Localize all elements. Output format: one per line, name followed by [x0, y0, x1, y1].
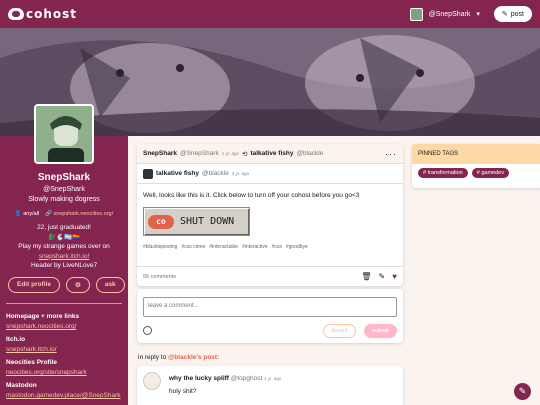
- post-tags: #blacklepesting #css crime #interactable…: [143, 244, 397, 250]
- link-heading: Itch.io: [6, 336, 26, 343]
- profile-links: Homepage + more links snepshark.neocitie…: [6, 313, 124, 399]
- link-heading: Homepage + more links: [6, 313, 80, 320]
- comment-composer: leave a comment... discard submit: [137, 289, 403, 343]
- post-button-label: post: [510, 10, 524, 18]
- profile-tagline: Slowly making dogress: [28, 196, 100, 203]
- reply-comment: why the lucky spliff @topghost 1 yr. ago…: [137, 366, 403, 405]
- tag[interactable]: #interactable: [209, 244, 238, 250]
- link-icon: 🔗: [45, 211, 54, 217]
- person-icon: 👤: [14, 211, 24, 217]
- post-author[interactable]: SnepShark: [143, 150, 177, 157]
- pinned-tags-title: PINNED TAGS: [412, 144, 540, 164]
- more-options-icon[interactable]: ···: [385, 149, 397, 159]
- edit-icon[interactable]: ✎: [379, 272, 386, 281]
- reply-avatar[interactable]: [143, 372, 161, 390]
- reply-text: holy shit?: [169, 388, 197, 395]
- profile-avatar: [34, 104, 94, 164]
- post-body: Well, looks like this is it. Click below…: [137, 184, 403, 250]
- pinned-tag[interactable]: # gamedev: [471, 168, 509, 178]
- link-heading: Mastodon: [6, 382, 37, 389]
- pinned-tags-panel: PINNED TAGS # transformation # gamedev: [412, 144, 540, 188]
- ask-button[interactable]: ask: [95, 277, 125, 293]
- reply-handle[interactable]: @topghost: [231, 375, 263, 382]
- profile-bio: 22, just graduated! 🐉🐇🏳️‍⚧️🏳️‍🌈 Play my …: [0, 223, 128, 271]
- tag[interactable]: #goodbye: [286, 244, 308, 250]
- tag[interactable]: #blacklepesting: [143, 244, 177, 250]
- post-card: SnepShark @SnepShark 1 yr. ago ⟲ talkati…: [137, 144, 403, 286]
- tag[interactable]: #interactive: [242, 244, 268, 250]
- profile-info: SnepShark @SnepShark Slowly making dogre…: [0, 172, 128, 271]
- bio-line: Header by LiveNLove7: [30, 262, 98, 269]
- cohost-logo-icon: co: [148, 214, 174, 229]
- tag[interactable]: #css crime: [181, 244, 205, 250]
- in-reply-prefix: in reply to: [138, 354, 167, 361]
- trash-icon[interactable]: 🗑: [361, 272, 371, 281]
- display-name: SnepShark: [37, 172, 91, 183]
- pinned-tag[interactable]: # transformation: [418, 168, 468, 178]
- current-user[interactable]: @SnepShark: [429, 11, 471, 18]
- shared-name[interactable]: talkative fishy: [156, 170, 199, 177]
- in-reply-target[interactable]: @blackle's post:: [168, 354, 219, 361]
- eggbug-icon: [8, 8, 24, 20]
- post-time[interactable]: 1 yr. ago: [222, 151, 239, 156]
- chevron-down-icon[interactable]: ▾: [476, 10, 480, 18]
- app-name: cohost: [26, 7, 78, 21]
- reply-time[interactable]: 1 yr. ago: [264, 376, 281, 381]
- shared-avatar[interactable]: [143, 168, 153, 179]
- emoji-icon[interactable]: [143, 326, 152, 335]
- shared-author[interactable]: talkative fishy: [250, 150, 293, 157]
- in-reply-label: in reply to @blackle's post:: [138, 354, 219, 361]
- shared-handle-2[interactable]: @blackle: [202, 170, 229, 177]
- profile-handle: @SnepShark: [43, 186, 85, 193]
- link-heading: Neocities Profile: [6, 359, 57, 366]
- website-link[interactable]: 🔗 snepshark.neocities.org/: [45, 211, 113, 217]
- pencil-icon: ✎: [518, 386, 527, 396]
- bio-emoji: 🐉🐇🏳️‍⚧️🏳️‍🌈: [47, 233, 81, 241]
- bio-line: 22, just graduated!: [37, 224, 91, 231]
- top-nav: cohost @SnepShark ▾ ✎ post: [0, 0, 540, 28]
- link-url[interactable]: mastodon.gamedev.place/@SnepShark: [6, 392, 124, 399]
- shared-handle[interactable]: @blackle: [296, 150, 323, 157]
- pencil-icon: ✎: [501, 11, 508, 18]
- comments-link[interactable]: 55 comments: [143, 274, 176, 280]
- sidebar-divider: [6, 303, 122, 304]
- compose-fab[interactable]: ✎: [514, 383, 531, 400]
- discard-button[interactable]: discard: [323, 324, 356, 338]
- repost-icon: ⟲: [242, 150, 248, 158]
- post-text: Well, looks like this is it. Click below…: [143, 192, 360, 199]
- heart-icon[interactable]: ♥: [392, 272, 397, 281]
- post-header: SnepShark @SnepShark 1 yr. ago ⟲ talkati…: [137, 144, 403, 164]
- shut-down-label: SHUT DOWN: [180, 216, 235, 227]
- post-footer: 55 comments 🗑 ✎ ♥: [137, 266, 403, 286]
- pronouns: 👤 any/all: [14, 211, 40, 217]
- post-handle[interactable]: @SnepShark: [180, 150, 219, 157]
- edit-profile-button[interactable]: Edit profile: [8, 277, 60, 293]
- submit-button[interactable]: submit: [364, 324, 397, 338]
- cohost-logo[interactable]: cohost: [8, 7, 77, 21]
- link-url[interactable]: neocities.org/site/snepshark: [6, 369, 124, 376]
- link-url[interactable]: snepshark.itch.io/: [6, 346, 124, 353]
- link-url[interactable]: snepshark.neocities.org/: [6, 323, 124, 330]
- post-button[interactable]: ✎ post: [493, 6, 532, 22]
- gear-icon: ⚙: [74, 282, 81, 289]
- share-time[interactable]: 3 yr. ago: [232, 171, 249, 176]
- shut-down-button[interactable]: co SHUT DOWN: [143, 207, 250, 236]
- bio-itch-link[interactable]: snepshark.itch.io!: [0, 252, 128, 262]
- tag[interactable]: #css: [272, 244, 282, 250]
- comment-input[interactable]: leave a comment...: [143, 297, 397, 317]
- user-avatar[interactable]: [409, 7, 423, 21]
- reply-author[interactable]: why the lucky spliff: [169, 375, 229, 382]
- settings-button[interactable]: ⚙: [65, 277, 90, 293]
- bio-line: Play my strange games over on: [18, 243, 110, 250]
- shared-post-header: talkative fishy @blackle 3 yr. ago: [137, 164, 403, 184]
